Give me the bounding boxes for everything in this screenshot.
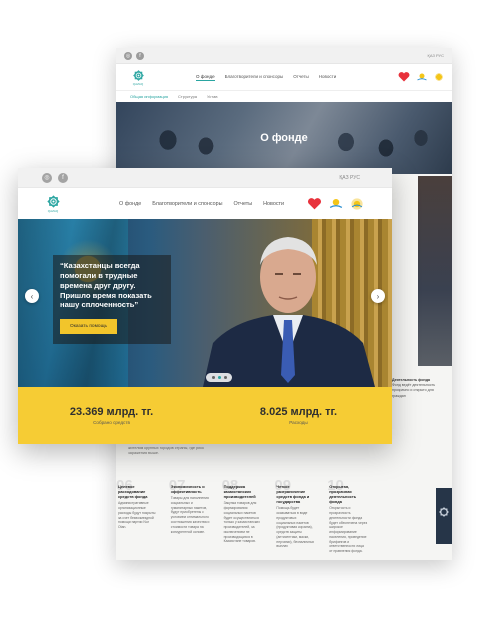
hero-portrait	[203, 237, 375, 387]
arrow-right-icon[interactable]: ›	[371, 289, 385, 303]
instagram-icon[interactable]: ◎	[42, 172, 52, 183]
principle-text: Закупка товаров для формирования социаль…	[223, 501, 260, 544]
principle-text: Административные организационные расходы…	[118, 501, 156, 530]
subnav-general[interactable]: Общая информация	[130, 94, 168, 99]
logo-text: QAZAQ	[132, 81, 144, 86]
principle-item: 08 Поддержка казахстанских производителе…	[222, 477, 263, 554]
site-logo[interactable]: QAZAQ	[40, 194, 66, 213]
stat-label: Расходы	[289, 420, 308, 425]
slider-dot[interactable]	[211, 376, 215, 379]
emblem-icon[interactable]	[328, 197, 344, 210]
principle-text: Товары для наполнения социальных и гуман…	[170, 496, 210, 534]
hero-quote: “Казахстанцы всегда помогали в трудные в…	[60, 261, 152, 310]
menu-item-news[interactable]: Новости	[263, 201, 284, 207]
slider-dot-active[interactable]	[217, 376, 221, 379]
slider-dots	[206, 373, 232, 382]
back-subnav: Общая информация Структура Устав	[116, 90, 452, 102]
emblem-icon[interactable]	[416, 72, 428, 82]
sun-emblem-icon[interactable]	[434, 72, 444, 82]
heart-icon[interactable]	[398, 72, 410, 82]
menu-item-reports[interactable]: Отчеты	[233, 201, 252, 207]
stat-value: 23.369 млрд. тг.	[69, 406, 154, 418]
principle-text: Открытость и прозрачность деятельности ф…	[329, 506, 368, 554]
partner-icons	[307, 197, 364, 211]
partner-icons	[398, 72, 444, 82]
page-title: О фонде	[260, 132, 308, 144]
site-logo[interactable]: QAZAQ	[124, 69, 152, 86]
principles-list: 06 Целевое расходование средств фонда Ад…	[116, 477, 368, 554]
subnav-charter[interactable]: Устав	[207, 94, 217, 99]
stat-value: 8.025 млрд. тг.	[259, 406, 338, 418]
front-top-bar: ◎ f ҚАЗ РУС	[18, 168, 392, 188]
facebook-icon[interactable]: f	[58, 172, 68, 183]
logo-emblem-icon	[132, 69, 144, 81]
side-title: Деятельность фонда	[392, 378, 430, 382]
principle-item: 06 Целевое расходование средств фонда Ад…	[116, 477, 157, 554]
language-switch[interactable]: ҚАЗ РУС	[339, 175, 360, 181]
front-main-menu: О фонде Благотворители и спонсоры Отчеты…	[119, 201, 284, 207]
principle-item: 10 Открытая, прозрачная деятельность фон…	[327, 477, 368, 554]
stat-expenses: 8.025 млрд. тг. Расходы	[205, 387, 392, 444]
footer-logo-block	[436, 488, 452, 544]
side-photo	[418, 176, 452, 366]
principle-title: Поддержка казахстанских производителей	[223, 484, 256, 500]
facebook-icon[interactable]: f	[136, 51, 144, 60]
stat-label: Собрано средств	[93, 420, 130, 425]
language-switch[interactable]: ҚАЗ РУС	[428, 53, 445, 58]
sun-emblem-icon[interactable]	[350, 197, 364, 211]
stats-bar: 23.369 млрд. тг. Собрано средств 8.025 м…	[18, 387, 392, 444]
menu-item-about[interactable]: О фонде	[119, 201, 141, 207]
hero-slider: “Казахстанцы всегда помогали в трудные в…	[18, 219, 392, 387]
menu-item-sponsors[interactable]: Благотворители и спонсоры	[152, 201, 222, 207]
side-block: Деятельность фонда Фонд ведёт деятельнос…	[392, 378, 446, 399]
principle-item: 09 Четкое разграничение средств фонда и …	[274, 477, 315, 554]
principle-item: 07 Экономичность и эффективность Товары …	[169, 477, 210, 554]
mockup-stage: ◎ f ҚАЗ РУС QAZAQ О фонде Благотворители…	[0, 0, 504, 620]
menu-item-sponsors[interactable]: Благотворители и спонсоры	[225, 74, 284, 81]
side-text: Фонд ведёт деятельность прозрачно и откр…	[392, 383, 436, 398]
about-hero-banner: О фонде	[116, 102, 452, 174]
arrow-left-icon[interactable]: ‹	[25, 289, 39, 303]
donate-button[interactable]: Оказать помощь	[60, 319, 118, 335]
logo-emblem-icon	[46, 195, 60, 208]
principle-title: Экономичность и эффективность	[170, 484, 205, 495]
principle-title: Четкое разграничение средств фонда и гос…	[276, 484, 310, 505]
logo-text: QAZAQ	[47, 209, 59, 213]
principle-text: Помощь будет оказываться в виде продукто…	[276, 506, 315, 549]
hero-quote-box: “Казахстанцы всегда помогали в трудные в…	[53, 255, 171, 345]
instagram-icon[interactable]: ◎	[124, 51, 132, 60]
principle-title: Целевое расходование средств фонда	[118, 484, 148, 500]
back-top-bar: ◎ f ҚАЗ РУС	[116, 48, 452, 64]
menu-item-about[interactable]: О фонде	[196, 74, 215, 81]
stat-collected: 23.369 млрд. тг. Собрано средств	[18, 387, 205, 444]
menu-item-reports[interactable]: Отчеты	[293, 74, 309, 81]
menu-item-news[interactable]: Новости	[319, 74, 336, 81]
back-header: QAZAQ О фонде Благотворители и спонсоры …	[116, 64, 452, 90]
logo-emblem-icon	[439, 507, 449, 517]
back-main-menu: О фонде Благотворители и спонсоры Отчеты…	[196, 74, 336, 81]
home-page-mockup: ◎ f ҚАЗ РУС QAZAQ О фонде Благотворители…	[18, 168, 392, 444]
slider-dot[interactable]	[223, 376, 227, 379]
subnav-structure[interactable]: Структура	[178, 94, 197, 99]
heart-icon[interactable]	[307, 197, 322, 210]
principle-title: Открытая, прозрачная деятельность фонда	[329, 484, 357, 505]
front-header: QAZAQ О фонде Благотворители и спонсоры …	[18, 188, 392, 219]
